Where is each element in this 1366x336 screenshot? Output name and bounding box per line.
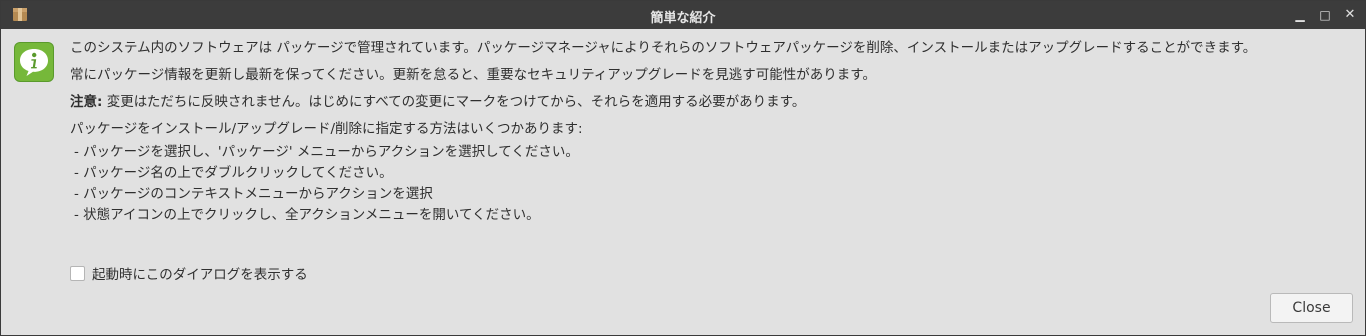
startup-option[interactable]: 起動時にこのダイアログを表示する	[70, 263, 308, 283]
list-item: - パッケージのコンテキストメニューからアクションを選択	[74, 186, 433, 202]
intro-text: このシステム内のソフトウェアは パッケージで管理されています。パッケージマネージ…	[70, 38, 1360, 226]
note-text: 変更はただちに反映されません。はじめにすべての変更にマークをつけてから、それらを…	[102, 94, 806, 110]
dialog-window: 簡単な紹介 ▁ □ ✕ このシステム内のソフトウェアは パッケージで管理されてい…	[0, 0, 1366, 336]
show-at-startup-label[interactable]: 起動時にこのダイアログを表示する	[92, 263, 308, 283]
list-item: - パッケージを選択し、'パッケージ' メニューからアクションを選択してください…	[74, 144, 579, 160]
methods-intro: パッケージをインストール/アップグレード/削除に指定する方法はいくつかあります:	[70, 121, 583, 137]
show-at-startup-checkbox[interactable]	[70, 265, 85, 281]
list-item: - 状態アイコンの上でクリックし、全アクションメニューを開いてください。	[74, 207, 540, 223]
list-item: - パッケージ名の上でダブルクリックしてください。	[74, 165, 393, 181]
close-button[interactable]: Close	[1270, 293, 1353, 323]
maximize-button[interactable]: □	[1316, 6, 1334, 24]
minimize-button[interactable]: ▁	[1291, 6, 1309, 24]
title-bar[interactable]: 簡単な紹介 ▁ □ ✕	[1, 1, 1365, 29]
intro-paragraph: このシステム内のソフトウェアは パッケージで管理されています。パッケージマネージ…	[70, 40, 1257, 56]
note-label: 注意:	[70, 94, 103, 110]
window-title: 簡単な紹介	[650, 11, 716, 26]
info-icon	[14, 42, 54, 82]
update-paragraph: 常にパッケージ情報を更新し最新を保ってください。更新を怠ると、重要なセキュリティ…	[70, 67, 876, 83]
methods-list: - パッケージを選択し、'パッケージ' メニューからアクションを選択してください…	[70, 142, 1360, 226]
close-window-button[interactable]: ✕	[1341, 6, 1359, 24]
note-paragraph: 注意: 変更はただちに反映されません。はじめにすべての変更にマークをつけてから、…	[70, 92, 1360, 113]
